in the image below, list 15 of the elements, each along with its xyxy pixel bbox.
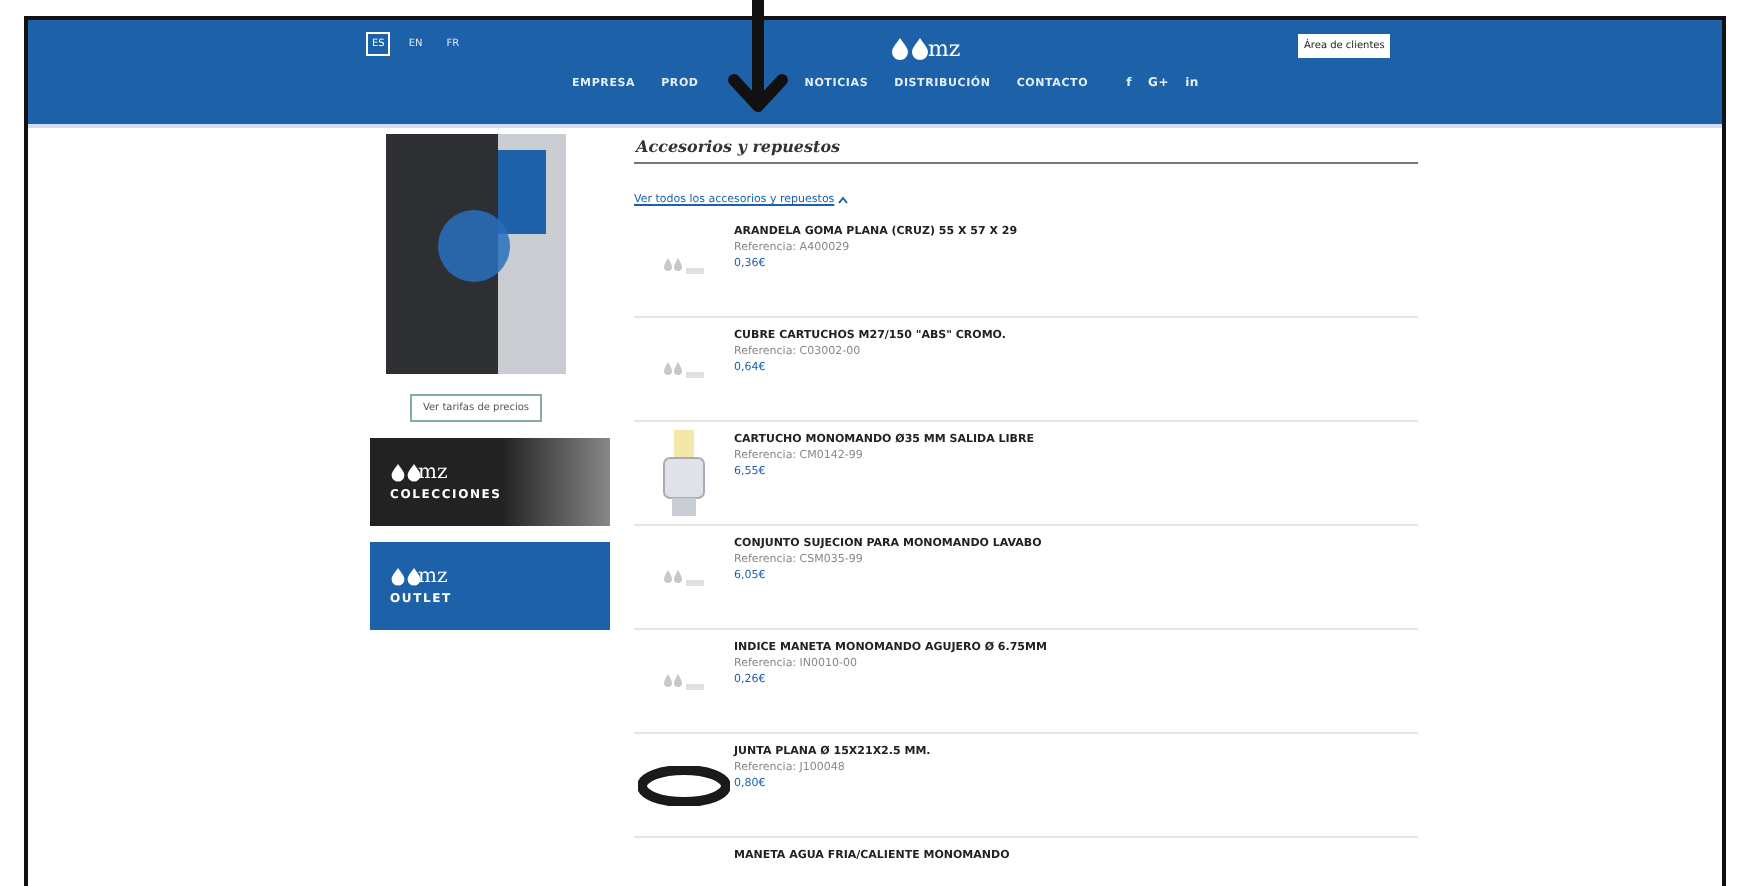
logo-placeholder-icon bbox=[662, 567, 706, 587]
brand-logo: mz bbox=[418, 463, 448, 481]
gasket-photo-icon bbox=[638, 765, 730, 805]
brand-logo: mz bbox=[418, 567, 448, 585]
drops-icon bbox=[390, 463, 422, 481]
catalog-cover-drawing[interactable] bbox=[386, 134, 566, 374]
logo-placeholder-icon bbox=[662, 255, 706, 275]
caret-icon bbox=[838, 196, 849, 204]
drops-icon bbox=[890, 38, 930, 60]
section-title: Accesorios y repuestos bbox=[634, 128, 1418, 164]
logo-placeholder-icon bbox=[662, 359, 706, 379]
brand-logo[interactable]: mz bbox=[928, 40, 961, 60]
logo-placeholder-icon bbox=[662, 671, 706, 691]
cartridge-photo-icon bbox=[658, 429, 710, 517]
drops-icon bbox=[390, 567, 422, 585]
